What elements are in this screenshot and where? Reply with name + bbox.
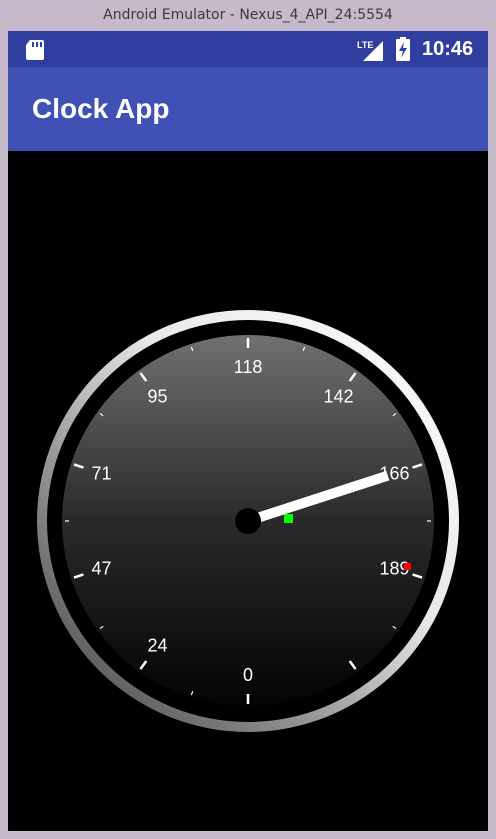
main-content: 0 24 47 71 95 118 142 166 189 (8, 151, 488, 831)
emulator-window: Android Emulator - Nexus_4_API_24:5554 L… (0, 0, 496, 839)
battery-charging-icon (396, 37, 410, 61)
app-bar: Clock App (8, 67, 488, 151)
window-title: Android Emulator - Nexus_4_API_24:5554 (103, 7, 393, 23)
gauge-label: 142 (323, 386, 353, 406)
gauge-label: 24 (147, 636, 167, 656)
sd-card-icon (26, 40, 44, 60)
gauge: 024477195118142166189 (37, 310, 459, 732)
lte-label: LTE (357, 40, 373, 50)
gauge-label: 95 (147, 386, 167, 406)
app-title: Clock App (32, 93, 170, 124)
status-bar: LTE 10:46 (8, 31, 488, 67)
lte-signal-icon: LTE (357, 40, 383, 61)
green-marker (284, 514, 293, 523)
gauge-label: 0 (243, 665, 253, 685)
red-marker (404, 563, 411, 570)
gauge-label: 47 (92, 559, 112, 579)
gauge-label: 71 (92, 463, 112, 483)
gauge-label: 118 (234, 357, 263, 377)
gauge-hub (235, 508, 261, 534)
phone-screen: LTE 10:46 Clock App 0 24 47 71 95 118 14… (8, 31, 488, 831)
status-time: 10:46 (422, 38, 474, 60)
